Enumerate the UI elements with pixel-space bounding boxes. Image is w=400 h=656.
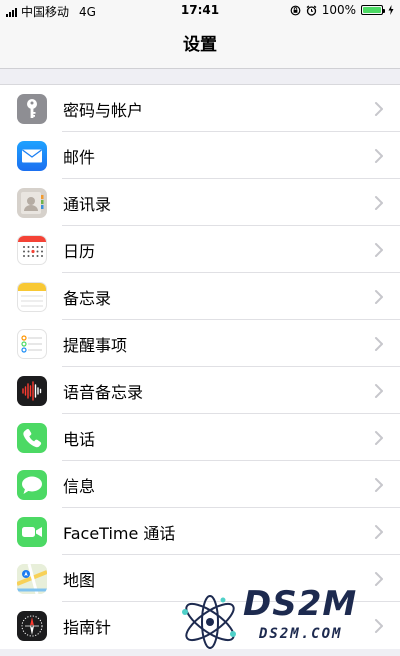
settings-row-messages[interactable]: 信息 <box>0 461 400 508</box>
voice-memos-icon <box>17 375 47 406</box>
messages-icon <box>17 469 47 500</box>
row-label: 密码与帐户 <box>63 100 144 120</box>
alarm-icon <box>306 5 317 16</box>
charging-icon <box>388 5 394 15</box>
chevron-right-icon <box>375 289 383 304</box>
phone-icon <box>17 422 47 453</box>
settings-row-mail[interactable]: 邮件 <box>0 132 400 179</box>
settings-row-facetime[interactable]: FaceTime 通话 <box>0 508 400 555</box>
settings-row-voice-memos[interactable]: 语音备忘录 <box>0 367 400 414</box>
chevron-right-icon <box>375 148 383 163</box>
chevron-right-icon <box>375 195 383 210</box>
chevron-right-icon <box>375 430 383 445</box>
row-label: 通讯录 <box>63 194 112 214</box>
chevron-right-icon <box>375 477 383 492</box>
settings-row-compass[interactable]: 指南针 <box>0 602 400 649</box>
rotation-lock-icon <box>290 5 301 15</box>
calendar-icon <box>17 234 47 265</box>
battery-icon <box>361 5 385 15</box>
status-bar: 中国移动 4G 17:41 100% <box>0 0 400 22</box>
contacts-icon <box>17 187 47 218</box>
page-title: 设置 <box>183 35 217 55</box>
notes-icon <box>17 281 47 312</box>
settings-row-notes[interactable]: 备忘录 <box>0 273 400 320</box>
facetime-icon <box>17 516 47 547</box>
chevron-right-icon <box>375 336 383 351</box>
chevron-right-icon <box>375 242 383 257</box>
reminders-icon <box>17 328 47 359</box>
battery-percentage: 100% <box>321 3 356 17</box>
row-label: 电话 <box>63 429 96 449</box>
row-label: 备忘录 <box>63 288 112 308</box>
chevron-right-icon <box>375 101 383 116</box>
compass-icon <box>17 610 47 641</box>
maps-icon <box>17 563 47 594</box>
chevron-right-icon <box>375 383 383 398</box>
row-label: 提醒事项 <box>63 335 128 355</box>
row-label: 地图 <box>63 570 96 590</box>
chevron-right-icon <box>375 524 383 539</box>
settings-row-calendar[interactable]: 日历 <box>0 226 400 273</box>
chevron-right-icon <box>375 618 383 633</box>
row-label: 信息 <box>63 476 96 496</box>
chevron-right-icon <box>375 571 383 586</box>
row-label: FaceTime 通话 <box>63 523 176 543</box>
key-icon <box>17 93 47 124</box>
settings-row-contacts[interactable]: 通讯录 <box>0 179 400 226</box>
settings-row-reminders[interactable]: 提醒事项 <box>0 320 400 367</box>
mail-icon <box>17 140 47 171</box>
settings-row-maps[interactable]: 地图 <box>0 555 400 602</box>
nav-bar: 设置 <box>0 22 400 69</box>
settings-row-phone[interactable]: 电话 <box>0 414 400 461</box>
settings-row-passwords-accounts[interactable]: 密码与帐户 <box>0 85 400 132</box>
row-label: 日历 <box>63 241 96 261</box>
row-label: 语音备忘录 <box>63 382 144 402</box>
settings-list: 密码与帐户 邮件 通讯录 日历 备忘录 提醒事项 语音备忘录 电话 信息 Fac… <box>0 84 400 649</box>
row-label: 邮件 <box>63 147 96 167</box>
row-label: 指南针 <box>63 617 112 637</box>
